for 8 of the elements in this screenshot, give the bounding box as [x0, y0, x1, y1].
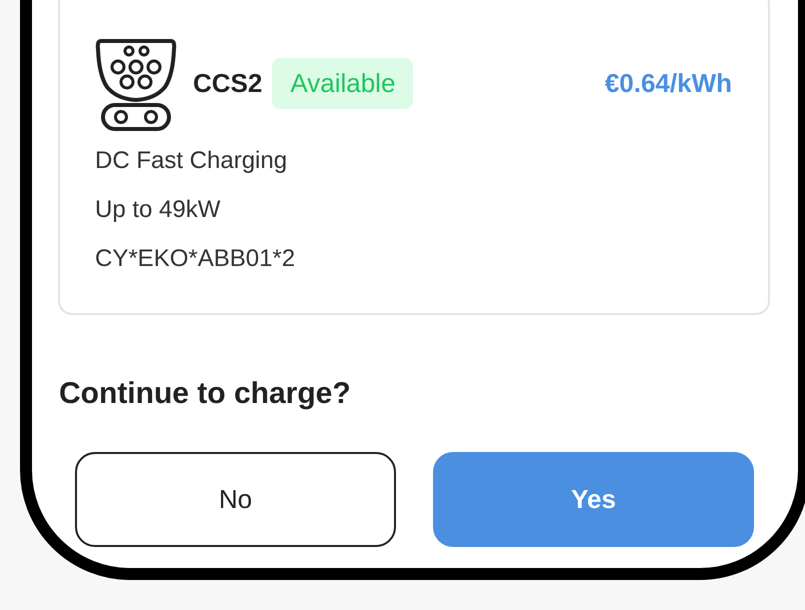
connector-detail: Up to 49kW	[95, 195, 222, 225]
status-badge: Available	[272, 58, 414, 108]
question-heading: Continue to charge?	[59, 376, 352, 412]
connector-detail: DC Fast Charging	[95, 146, 288, 176]
connector-detail: CY*EKO*ABB01*2	[95, 244, 296, 274]
connector-name: CCS2	[193, 66, 262, 100]
cancel-button[interactable]: No	[75, 452, 396, 547]
price-per-kwh: €0.64/kWh	[604, 66, 732, 100]
